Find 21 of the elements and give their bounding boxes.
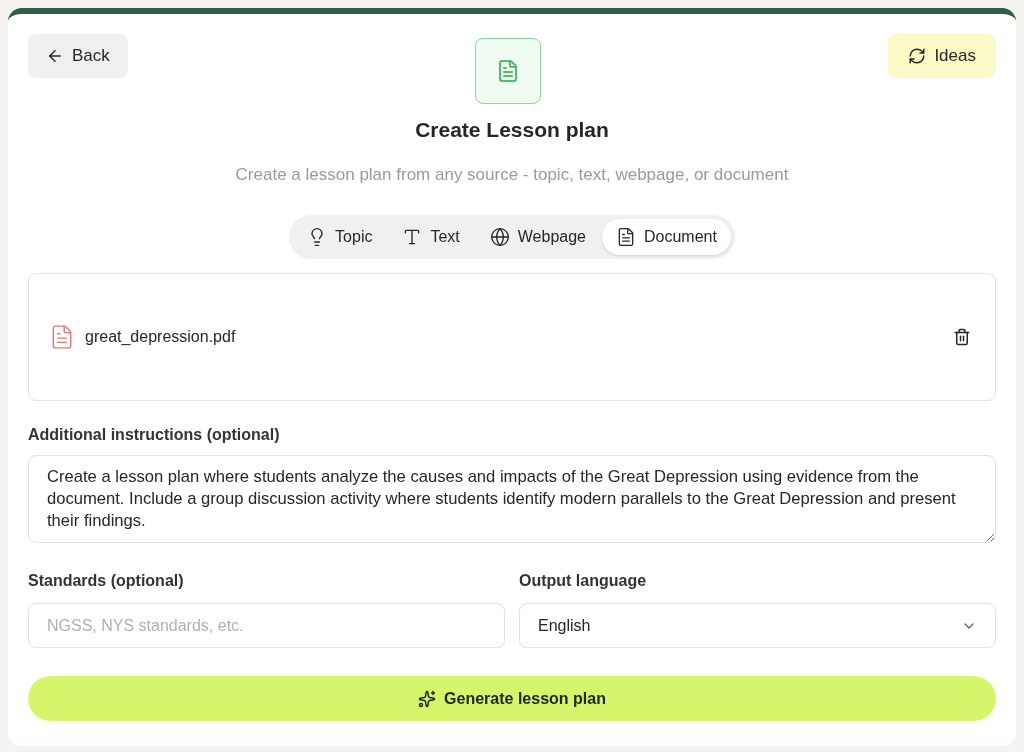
source-tab[interactable]: Document: [602, 219, 731, 255]
refresh-icon: [908, 47, 927, 65]
back-button[interactable]: Back: [28, 34, 128, 78]
instructions-field[interactable]: Create a lesson plan where students analyze the causes and impacts of the Great Depression using evidence from the document. Include a group discussion activity where students identify modern parallels to the Great Depression and present their findings.: [28, 455, 996, 543]
standards-label: Standards (optional): [28, 571, 185, 591]
document-icon: [616, 227, 636, 247]
source-tab[interactable]: Text: [388, 219, 474, 255]
globe-icon: [489, 227, 510, 247]
language-select[interactable]: English: [519, 603, 996, 648]
page-title: Create Lesson plan: [414, 117, 610, 143]
document-icon: [475, 38, 542, 104]
standards-field[interactable]: NGSS, NYS standards, etc.: [28, 603, 505, 648]
source-tab[interactable]: Webpage: [475, 219, 600, 255]
file-name: great_depression.pdf: [85, 327, 236, 347]
generate-button[interactable]: Generate lesson plan: [28, 676, 996, 721]
instructions-label: Additional instructions (optional): [28, 425, 281, 445]
page-subtitle: Create a lesson plan from any source - topic, text, webpage, or document: [234, 163, 790, 186]
sparkles-icon: [418, 689, 437, 708]
language-label: Output language: [519, 571, 648, 591]
source-tab[interactable]: Topic: [293, 219, 387, 255]
ideas-button[interactable]: Ideas: [888, 34, 996, 78]
